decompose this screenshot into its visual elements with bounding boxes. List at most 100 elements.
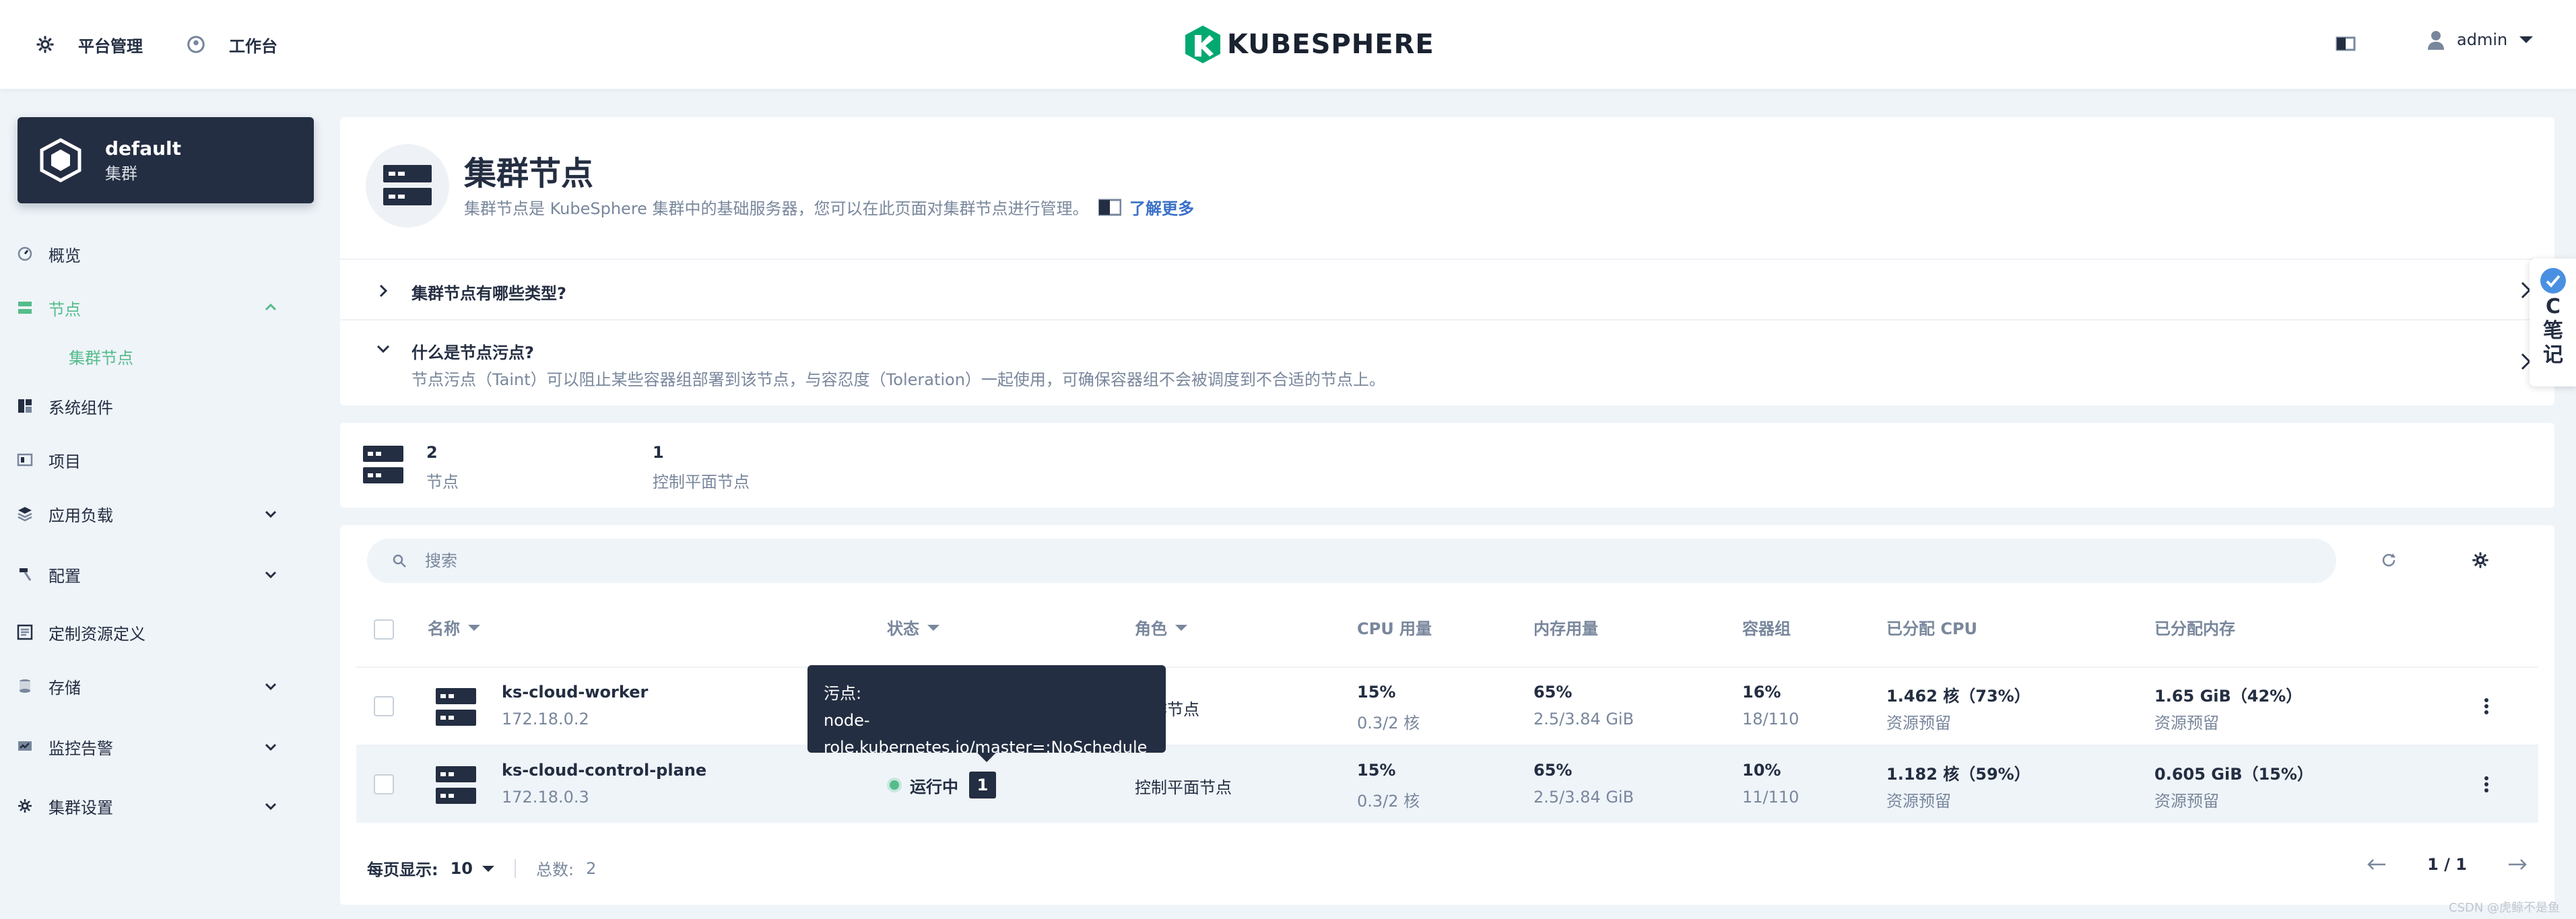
sidebar-item-storage[interactable]: 存储 (16, 669, 299, 703)
floating-note-tab[interactable]: C 笔 记 (2530, 259, 2576, 386)
page-size-select[interactable]: 10 (451, 859, 495, 878)
table-settings-button[interactable] (2468, 548, 2492, 572)
total-label: 总数: (536, 860, 574, 879)
sidebar-item-overview[interactable]: 概览 (16, 237, 299, 271)
note-tab-line1: C (2545, 295, 2561, 318)
pagination-size: 每页显示: 10 总数: 2 (367, 856, 596, 880)
search-bar[interactable] (367, 539, 2336, 583)
chevron-down-icon (376, 345, 390, 353)
book-icon (1098, 199, 1121, 215)
faq-node-taints[interactable]: 什么是节点污点? 节点污点（Taint）可以阻止某些容器组部署到该节点，与容忍度… (340, 319, 2554, 405)
sidebar-item-projects[interactable]: 项目 (16, 443, 299, 477)
user-menu[interactable]: admin (2427, 30, 2534, 50)
refresh-button[interactable] (2377, 548, 2401, 572)
pod-usage-detail: 18/110 (1742, 710, 1799, 728)
cluster-switcher[interactable]: default 集群 (18, 117, 314, 203)
faq-answer: 节点污点（Taint）可以阻止某些容器组部署到该节点，与容忍度（Tolerati… (411, 370, 1385, 389)
stat-control-plane-count: 1 (653, 443, 664, 462)
more-actions-icon[interactable] (2476, 774, 2497, 794)
column-label: 角色 (1135, 619, 1167, 638)
search-input[interactable] (425, 551, 2243, 570)
sidebar-item-nodes[interactable]: 节点 (16, 291, 299, 325)
gear-icon (16, 797, 34, 815)
column-header-alloc-memory: 已分配内存 (2154, 619, 2235, 638)
workbench-link[interactable]: 工作台 (186, 0, 277, 89)
pod-usage: 10% (1742, 761, 1781, 780)
workload-icon (16, 505, 34, 522)
search-icon (393, 554, 406, 568)
refresh-icon (2382, 553, 2396, 567)
watermark: CSDN @虎鲸不是鱼 (2449, 901, 2561, 915)
prev-page-icon[interactable] (2367, 858, 2387, 871)
total-value: 2 (586, 858, 597, 878)
sidebar-item-workloads[interactable]: 应用负载 (16, 497, 299, 531)
cpu-usage-detail: 0.3/2 核 (1357, 714, 1420, 733)
node-name[interactable]: ks-cloud-control-plane (502, 761, 706, 780)
node-status: 运行中 1 (890, 772, 996, 798)
allocated-cpu: 1.462 核（73%） (1886, 687, 2030, 706)
column-header-name[interactable]: 名称 (428, 615, 480, 639)
user-avatar-icon (2428, 31, 2444, 50)
kubesphere-logo[interactable]: KUBESPHERE (1185, 26, 1434, 63)
chevron-down-icon (265, 683, 277, 691)
sort-caret-icon (927, 624, 939, 631)
more-actions-icon[interactable] (2476, 696, 2497, 716)
pod-usage-detail: 11/110 (1742, 788, 1799, 807)
status-text: 运行中 (910, 777, 958, 796)
stat-node-count: 2 (426, 443, 438, 462)
tooltip-title: 污点: (824, 684, 862, 703)
kubesphere-logo-icon (1185, 26, 1220, 63)
stat-node-label: 节点 (426, 473, 459, 491)
cpu-usage-detail: 0.3/2 核 (1357, 792, 1420, 811)
platform-management-label: 平台管理 (78, 36, 143, 56)
column-header-status[interactable]: 状态 (887, 615, 939, 639)
monitor-icon (16, 738, 34, 755)
node-stats-panel: 2 节点 1 控制平面节点 (340, 423, 2554, 508)
row-checkbox[interactable] (374, 774, 394, 794)
next-page-icon[interactable] (2507, 858, 2528, 871)
sidebar-item-label: 监控告警 (48, 739, 113, 758)
taint-count-badge[interactable]: 1 (969, 772, 996, 798)
cluster-name: default (105, 137, 182, 160)
node-server-icon (436, 766, 476, 804)
platform-management-link[interactable]: 平台管理 (35, 0, 143, 89)
project-icon (16, 451, 34, 469)
table-row[interactable]: ks-cloud-worker 172.18.0.2 工作节点 15% 0.3/… (356, 667, 2538, 745)
sidebar-item-crd[interactable]: 定制资源定义 (16, 615, 299, 649)
page-description: 集群节点是 KubeSphere 集群中的基础服务器，您可以在此页面对集群节点进… (464, 199, 1089, 218)
memory-usage: 65% (1533, 761, 1573, 780)
sidebar-item-label: 系统组件 (48, 398, 113, 417)
page-header-panel: 集群节点 集群节点是 KubeSphere 集群中的基础服务器，您可以在此页面对… (340, 117, 2554, 405)
select-all-checkbox[interactable] (374, 619, 394, 640)
chevron-down-icon (265, 571, 277, 579)
chevron-down-icon (265, 510, 277, 518)
node-name[interactable]: ks-cloud-worker (502, 683, 648, 702)
sidebar-item-cluster-settings[interactable]: 集群设置 (16, 789, 299, 823)
note-tab-line2: 笔 (2543, 319, 2563, 343)
chevron-right-icon (379, 284, 388, 298)
sidebar-item-label: 定制资源定义 (48, 624, 145, 644)
workbench-icon (187, 36, 205, 53)
sidebar-item-monitoring[interactable]: 监控告警 (16, 730, 299, 763)
allocated-memory-detail: 资源预留 (2154, 714, 2219, 733)
sidebar-subitem-cluster-nodes[interactable]: 集群节点 (69, 345, 133, 368)
chevron-down-icon (265, 803, 277, 811)
status-dot-icon (890, 780, 899, 790)
notification-icon[interactable] (2336, 34, 2358, 54)
learn-more-link[interactable]: 了解更多 (1098, 195, 1194, 219)
chevron-down-icon (2519, 36, 2534, 43)
faq-question: 集群节点有哪些类型? (411, 284, 566, 303)
faq-node-types[interactable]: 集群节点有哪些类型? (340, 259, 2554, 320)
row-checkbox[interactable] (374, 696, 394, 716)
nodes-icon (366, 144, 449, 228)
stat-control-plane-label: 控制平面节点 (653, 473, 750, 491)
column-header-cpu: CPU 用量 (1357, 619, 1432, 638)
nodes-table-panel: 名称 状态 角色 CPU 用量 内存用量 容器组 已分配 CPU 已分配内存 k… (340, 525, 2554, 905)
sidebar-item-components[interactable]: 系统组件 (16, 389, 299, 423)
note-tab-line3: 记 (2543, 343, 2563, 367)
node-server-icon (436, 688, 476, 726)
sidebar-item-config[interactable]: 配置 (16, 557, 299, 591)
column-header-role[interactable]: 角色 (1135, 615, 1187, 639)
table-row[interactable]: ks-cloud-control-plane 172.18.0.3 运行中 1 … (356, 745, 2538, 823)
workbench-label: 工作台 (229, 36, 277, 56)
